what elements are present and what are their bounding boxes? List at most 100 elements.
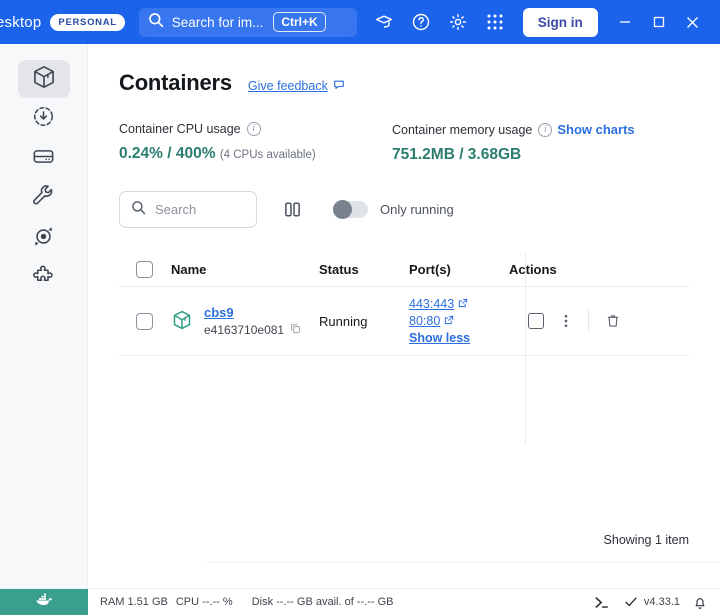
sidebar xyxy=(0,44,88,588)
notifications-bell-icon[interactable] xyxy=(693,595,707,610)
minimize-icon[interactable] xyxy=(608,0,642,44)
titlebar-icon-group xyxy=(373,11,506,33)
stats-row: Container CPU usage i 0.24% / 400% (4 CP… xyxy=(88,96,720,164)
stop-square-icon xyxy=(528,313,544,329)
memory-info-icon[interactable]: i xyxy=(538,122,553,137)
status-bar: RAM 1.51 GB CPU --.-- % Disk --.-- GB av… xyxy=(0,588,720,615)
actions-column-divider xyxy=(525,253,526,445)
sidebar-item-extensions[interactable] xyxy=(18,260,70,298)
page-header: Containers Give feedback xyxy=(88,44,720,96)
header-status: Status xyxy=(319,262,359,277)
external-link-icon xyxy=(444,314,454,328)
page-title: Containers xyxy=(119,70,232,95)
select-all-cell xyxy=(119,261,171,278)
port-label-2: 80:80 xyxy=(409,314,441,328)
terminal-icon[interactable] xyxy=(594,595,611,610)
engine-running-check-icon xyxy=(624,595,638,609)
give-feedback-link[interactable]: Give feedback xyxy=(248,79,345,94)
sign-in-button[interactable]: Sign in xyxy=(522,7,598,37)
header-name: Name xyxy=(171,262,207,277)
container-id-text: e4163710e081 xyxy=(204,323,285,337)
settings-gear-icon[interactable] xyxy=(447,11,469,33)
puzzle-piece-icon xyxy=(31,264,56,294)
header-actions: Actions xyxy=(509,262,557,277)
delete-container-button[interactable] xyxy=(598,306,628,336)
row-actions-cell xyxy=(497,306,647,336)
search-shortcut-hint: Ctrl+K xyxy=(273,12,326,32)
table-row[interactable]: cbs9 e4163710e081 Running 443:443 80:80 … xyxy=(119,287,689,356)
memory-usage-stat: Container memory usage i Show charts 751… xyxy=(392,122,665,164)
toggle-knob xyxy=(333,200,352,219)
cpu-usage-label: Container CPU usage xyxy=(119,122,241,136)
show-less-link[interactable]: Show less xyxy=(409,331,497,345)
app-brand-title: esktop xyxy=(0,13,42,31)
search-input[interactable]: Search xyxy=(119,191,257,228)
container-box-icon xyxy=(31,64,57,95)
status-ram: RAM 1.51 GB xyxy=(100,596,168,608)
cpu-available-note: (4 CPUs available) xyxy=(219,149,316,161)
plan-badge: PERSONAL xyxy=(50,13,125,31)
actions-separator xyxy=(588,310,589,332)
copy-icon[interactable] xyxy=(290,323,301,337)
memory-usage-label: Container memory usage xyxy=(392,122,533,137)
row-ports-cell: 443:443 80:80 Show less xyxy=(409,297,497,345)
columns-icon[interactable] xyxy=(278,196,306,224)
table-header-row: Name Status Port(s) Actions xyxy=(119,253,689,287)
images-icon xyxy=(31,104,56,134)
apps-grid-icon[interactable] xyxy=(484,11,506,33)
status-actions: v4.33.1 xyxy=(594,595,720,610)
row-name-cell: cbs9 e4163710e081 xyxy=(171,305,319,337)
select-all-checkbox[interactable] xyxy=(136,261,153,278)
external-link-icon xyxy=(458,297,468,311)
row-status: Running xyxy=(319,313,368,329)
volumes-drive-icon xyxy=(31,144,56,174)
container-name-link[interactable]: cbs9 xyxy=(204,305,301,320)
app-version: v4.33.1 xyxy=(643,596,680,608)
feedback-bubble-icon xyxy=(333,79,345,94)
cpu-usage-stat: Container CPU usage i 0.24% / 400% (4 CP… xyxy=(119,122,392,164)
sidebar-item-volumes[interactable] xyxy=(18,140,70,178)
memory-usage-value: 751.2MB / 3.68GB xyxy=(392,146,522,163)
only-running-toggle[interactable] xyxy=(333,200,368,219)
table-toolbar: Search Only running xyxy=(88,164,720,228)
learning-center-icon[interactable] xyxy=(373,11,395,33)
trash-icon xyxy=(607,315,619,327)
cpu-usage-value: 0.24% / 400% (4 CPUs available) xyxy=(119,145,392,163)
search-icon xyxy=(131,200,146,220)
status-disk: Disk --.-- GB avail. of --.-- GB xyxy=(251,596,394,608)
sidebar-item-images[interactable] xyxy=(18,100,70,138)
kebab-menu-icon xyxy=(564,314,568,328)
window-controls xyxy=(608,0,710,44)
wrench-icon xyxy=(31,184,56,214)
port-label-1: 443:443 xyxy=(409,297,455,311)
cpu-usage-number: 0.24% / 400% xyxy=(119,145,216,162)
close-icon[interactable] xyxy=(676,0,710,44)
maximize-icon[interactable] xyxy=(642,0,676,44)
status-metrics: RAM 1.51 GB CPU --.-- % Disk --.-- GB av… xyxy=(100,596,393,608)
main-content: Containers Give feedback Container CPU u… xyxy=(88,44,720,612)
global-search-placeholder: Search for im... xyxy=(171,14,264,30)
port-link[interactable]: 80:80 xyxy=(409,314,497,328)
row-checkbox[interactable] xyxy=(136,312,153,330)
help-icon[interactable] xyxy=(410,11,432,33)
sidebar-item-containers[interactable] xyxy=(17,60,70,98)
sidebar-item-docker-scout[interactable] xyxy=(18,220,70,258)
row-more-menu-button[interactable] xyxy=(551,306,581,336)
docker-engine-status[interactable] xyxy=(0,588,88,615)
docker-whale-icon xyxy=(35,593,54,612)
global-search-input[interactable]: Search for im... Ctrl+K xyxy=(138,7,357,37)
port-link[interactable]: 443:443 xyxy=(409,297,497,311)
title-bar: esktop PERSONAL Search for im... Ctrl+K xyxy=(0,0,720,44)
search-placeholder: Search xyxy=(155,202,197,217)
container-box-icon xyxy=(171,309,193,334)
only-running-label: Only running xyxy=(380,202,454,217)
show-charts-link[interactable]: Show charts xyxy=(557,122,634,137)
cpu-info-icon[interactable]: i xyxy=(246,122,261,136)
container-id: e4163710e081 xyxy=(204,323,301,337)
walkthroughs-divider xyxy=(207,562,720,563)
give-feedback-label: Give feedback xyxy=(247,79,328,93)
table-footer-count: Showing 1 item xyxy=(603,533,689,547)
containers-table: Name Status Port(s) Actions cbs9 e416371… xyxy=(119,253,689,445)
sidebar-item-builds[interactable] xyxy=(18,180,70,218)
search-icon xyxy=(148,12,164,33)
